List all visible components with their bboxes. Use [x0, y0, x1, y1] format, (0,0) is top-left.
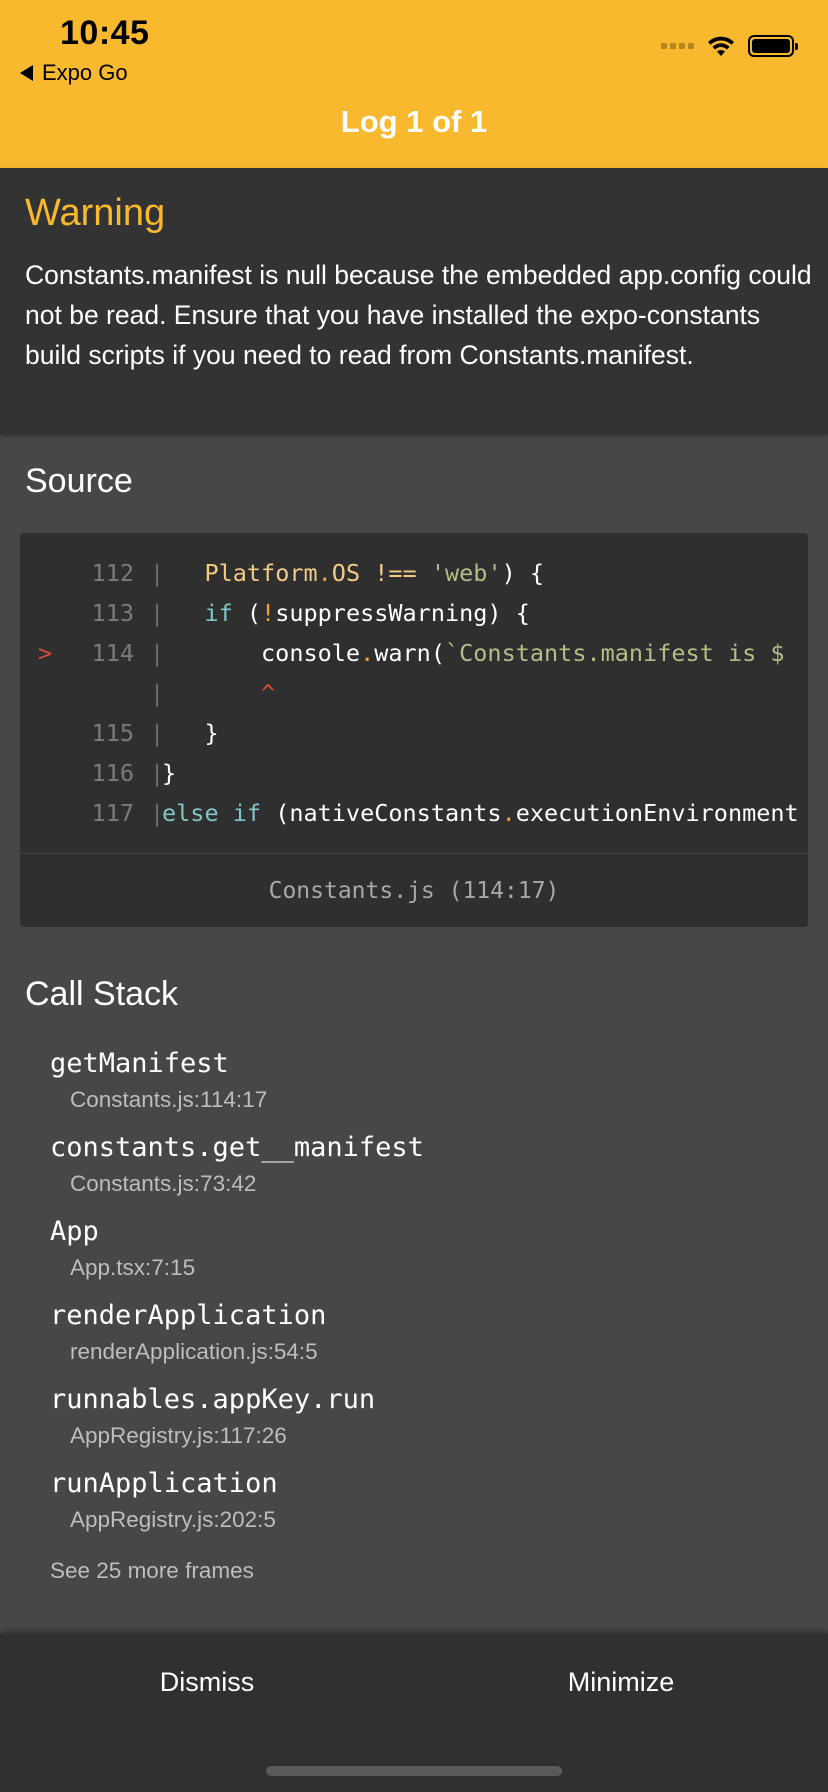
log-title: Log 1 of 1 [340, 104, 488, 139]
home-indicator [266, 1766, 562, 1776]
line-number: 114 [91, 639, 134, 667]
code-token: 'web' [430, 559, 502, 587]
frame-location: Constants.js:73:42 [70, 1171, 257, 1196]
code-line: >114 | console.warn(`Constants.manifest i… [20, 633, 808, 673]
line-number: 115 [91, 719, 134, 747]
frame-location: Constants.js:114:17 [70, 1087, 268, 1112]
code-token: `Constants.manifest is $ [444, 639, 785, 667]
frame-function-name: constants.get__manifest [50, 1132, 424, 1163]
code-token: !== [374, 559, 417, 587]
dismiss-button[interactable]: Dismiss [0, 1634, 414, 1730]
wifi-icon [708, 36, 734, 56]
code-token: ^ [261, 679, 276, 707]
code-text: console.warn(`Constants.manifest is $ [162, 633, 785, 673]
stack-frame[interactable]: App App.tsx:7:15 [50, 1216, 195, 1281]
cellular-signal-icon [661, 43, 694, 49]
code-token: OS [331, 559, 361, 587]
code-token: else [162, 799, 219, 827]
header-bar: 10:45 Expo Go Log 1 of 1 [0, 0, 828, 168]
back-arrow-icon [20, 65, 33, 81]
minimize-button[interactable]: Minimize [414, 1634, 828, 1730]
frame-function-name: getManifest [50, 1048, 229, 1079]
error-line-marker: > [38, 639, 53, 667]
code-text: } [162, 713, 219, 753]
frame-function-name: App [50, 1216, 99, 1247]
code-line: 115 | } [20, 713, 808, 753]
stack-frame[interactable]: renderApplication renderApplication.js:54… [50, 1300, 326, 1365]
code-token: ) { [501, 559, 545, 587]
code-token: . [501, 799, 516, 827]
source-heading: Source [25, 462, 133, 500]
code-token: ( [232, 599, 262, 627]
code-token: console [162, 639, 361, 667]
stack-frame[interactable]: runnables.appKey.run AppRegistry.js:117:2… [50, 1384, 375, 1449]
line-number: 112 [91, 559, 134, 587]
line-number: 116 [91, 759, 134, 787]
line-number: 117 [91, 799, 134, 827]
code-line: | ^ [20, 673, 808, 713]
status-icons [661, 34, 798, 58]
warning-section: Warning Constants.manifest is null becau… [0, 168, 828, 434]
code-line: 112 | Platform.OS !== 'web') { [20, 553, 808, 593]
code-token: if [204, 599, 233, 627]
stack-frame[interactable]: constants.get__manifest Constants.js:73:4… [50, 1132, 424, 1197]
code-token: warn( [374, 639, 445, 667]
frame-location: AppRegistry.js:117:26 [70, 1423, 287, 1448]
frame-function-name: renderApplication [50, 1300, 327, 1331]
frame-function-name: runnables.appKey.run [50, 1384, 376, 1415]
frame-location: AppRegistry.js:202:5 [70, 1507, 276, 1532]
code-text: Platform.OS !== 'web') { [162, 553, 544, 593]
frame-location: App.tsx:7:15 [70, 1255, 196, 1280]
code-text: } [162, 753, 176, 793]
back-to-expo-go-button[interactable]: Expo Go [20, 60, 128, 86]
code-text: if (!suppressWarning) { [162, 593, 530, 633]
see-more-frames-button[interactable]: See 25 more frames [50, 1558, 254, 1584]
code-token: executionEnvironment [515, 799, 799, 827]
code-token: suppressWarning) { [275, 599, 530, 627]
source-code-frame[interactable]: 112 | Platform.OS !== 'web') {113 | if (!s… [20, 533, 808, 927]
code-token: . [317, 559, 332, 587]
code-line: 113 | if (!suppressWarning) { [20, 593, 808, 633]
code-token: ! [261, 599, 276, 627]
bottom-action-bar: Dismiss Minimize [0, 1634, 828, 1792]
call-stack-heading: Call Stack [25, 975, 179, 1013]
status-time: 10:45 [60, 14, 150, 52]
frame-function-name: runApplication [50, 1468, 278, 1499]
code-token: Platform [204, 559, 318, 587]
warning-message: Constants.manifest is null because the e… [25, 260, 812, 370]
stack-frame[interactable]: runApplication AppRegistry.js:202:5 [50, 1468, 278, 1533]
code-token: } [162, 719, 219, 747]
stack-frame[interactable]: getManifest Constants.js:114:17 [50, 1048, 267, 1113]
warning-level: Warning [25, 192, 166, 234]
code-lines: 112 | Platform.OS !== 'web') {113 | if (!s… [20, 553, 808, 853]
line-number: 113 [91, 599, 134, 627]
source-file-reference[interactable]: Constants.js (114:17) [20, 853, 808, 927]
code-line: 117 | else if (nativeConstants.executionEn… [20, 793, 808, 833]
frame-location: renderApplication.js:54:5 [70, 1339, 318, 1364]
code-token: (nativeConstants [261, 799, 502, 827]
code-line: 116 |} [20, 753, 808, 793]
code-token: } [162, 759, 177, 787]
code-text: ^ [162, 673, 275, 713]
code-token: . [360, 639, 375, 667]
battery-icon [748, 35, 798, 57]
back-label: Expo Go [42, 60, 128, 85]
code-token: if [232, 799, 262, 827]
code-text: else if (nativeConstants.executionEnviro… [162, 793, 799, 833]
